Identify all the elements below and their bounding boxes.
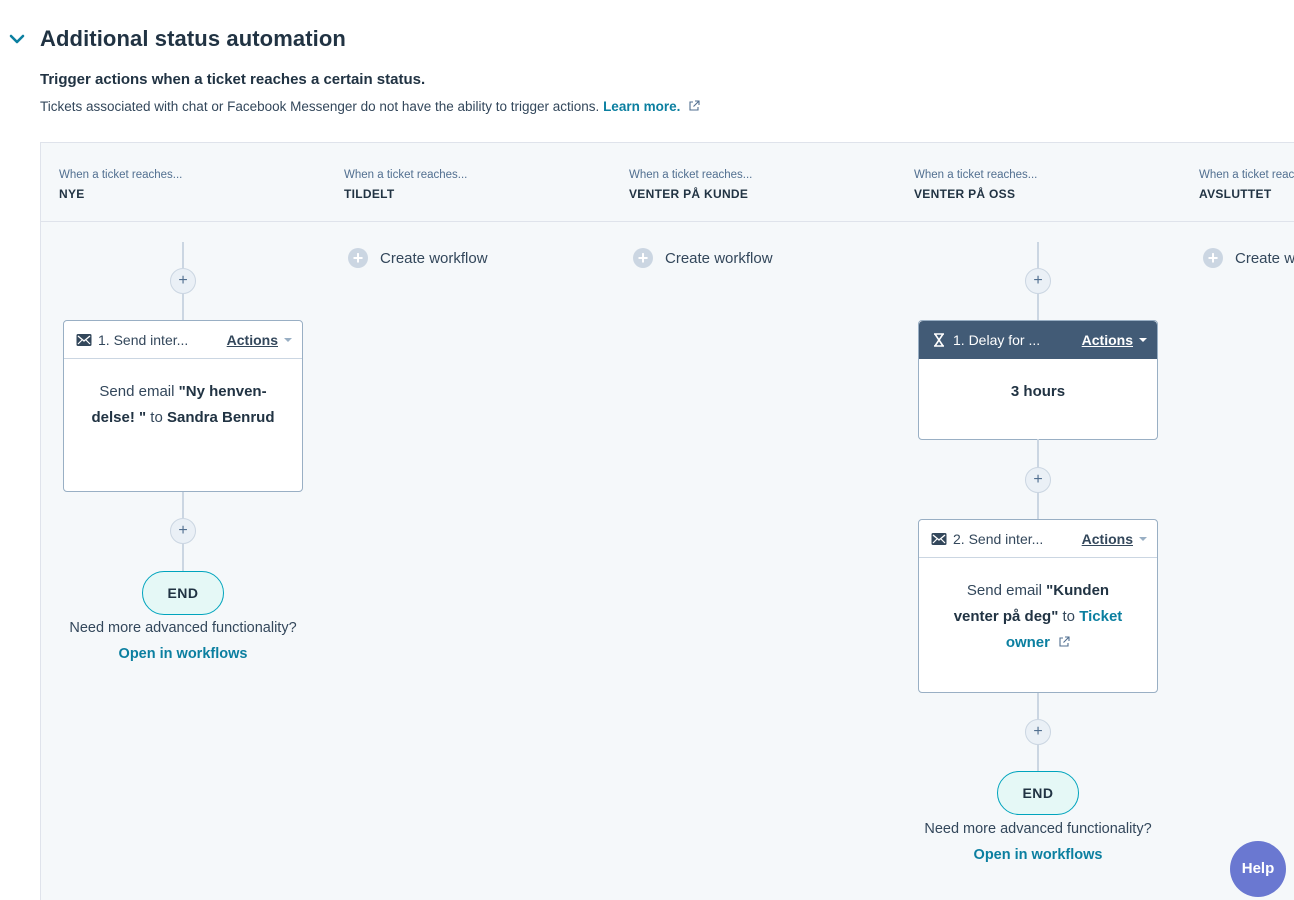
help-button[interactable]: Help bbox=[1230, 841, 1286, 897]
column-body: + Create workflow bbox=[1181, 222, 1294, 900]
column-body: + Create workflow bbox=[326, 222, 611, 900]
advanced-functionality-text: Need more advanced functionality? bbox=[69, 620, 297, 636]
add-step-button[interactable]: + bbox=[170, 268, 196, 294]
end-node: END bbox=[997, 771, 1079, 815]
status-column-venter-pa-kunde: When a ticket reaches... VENTER PÅ KUNDE… bbox=[611, 143, 897, 900]
column-prefix: When a ticket reaches... bbox=[1199, 169, 1294, 181]
add-step-button[interactable]: + bbox=[170, 518, 196, 544]
connector-line bbox=[1037, 439, 1039, 467]
step-header: 1. Delay for ... Actions bbox=[919, 321, 1157, 359]
end-node: END bbox=[142, 571, 224, 615]
step-title: 2. Send inter... bbox=[953, 530, 1044, 547]
create-workflow-label: Create workflow bbox=[1235, 249, 1294, 267]
connector-line bbox=[1037, 693, 1039, 719]
plus-circle-icon: + bbox=[633, 248, 653, 268]
create-workflow-label: Create workflow bbox=[665, 249, 773, 267]
body-mid: to bbox=[146, 409, 167, 426]
connector-line bbox=[1037, 242, 1039, 268]
section-title: Additional status automation bbox=[40, 26, 346, 51]
learn-more-link[interactable]: Learn more. bbox=[603, 99, 680, 114]
connector-line bbox=[182, 242, 184, 268]
column-prefix: When a ticket reaches... bbox=[629, 169, 753, 181]
status-board: When a ticket reaches... NYE + 1. Send i… bbox=[40, 142, 1294, 900]
body-mid: to bbox=[1058, 608, 1080, 625]
actions-dropdown[interactable]: Actions bbox=[227, 332, 278, 348]
workflow-step-card[interactable]: 1. Send inter... Actions Send email "Ny … bbox=[63, 320, 303, 492]
step-body: 3 hours bbox=[919, 359, 1157, 439]
chevron-down-icon[interactable] bbox=[8, 30, 26, 48]
email-recipient: Sandra Benrud bbox=[166, 409, 275, 426]
workflow-step-card[interactable]: 2. Send inter... Actions Send email "Kun… bbox=[918, 519, 1158, 693]
section-header[interactable]: Additional status automation bbox=[8, 26, 346, 52]
connector-line bbox=[182, 492, 184, 518]
step-body: Send email "Ny henven-delse! " to Sandra… bbox=[64, 359, 302, 491]
description-text: Tickets associated with chat or Facebook… bbox=[40, 99, 600, 114]
advanced-functionality-text: Need more advanced functionality? bbox=[924, 821, 1152, 837]
create-workflow-button[interactable]: + Create workflow bbox=[1203, 248, 1294, 268]
column-header: When a ticket reaches... TILDELT bbox=[326, 143, 611, 222]
column-header: When a ticket reaches... AVSLUTTET bbox=[1181, 143, 1294, 222]
column-body: + 1. Delay for ... Actions 3 hours + 2. … bbox=[896, 222, 1181, 900]
actions-dropdown[interactable]: Actions bbox=[1082, 332, 1133, 348]
status-column-tildelt: When a ticket reaches... TILDELT + Creat… bbox=[326, 143, 612, 900]
column-status-name: NYE bbox=[59, 187, 85, 201]
section-description: Tickets associated with chat or Facebook… bbox=[40, 99, 700, 114]
status-column-avsluttet: When a ticket reaches... AVSLUTTET + Cre… bbox=[1181, 143, 1294, 900]
step-body: Send email "Kunden venter på deg" to Tic… bbox=[919, 558, 1157, 692]
open-in-workflows-link[interactable]: Open in workflows bbox=[41, 646, 325, 662]
create-workflow-button[interactable]: + Create workflow bbox=[633, 248, 773, 268]
connector-line bbox=[182, 294, 184, 320]
step-title: 1. Send inter... bbox=[98, 331, 189, 348]
add-step-button[interactable]: + bbox=[1025, 268, 1051, 294]
connector-line bbox=[1037, 745, 1039, 771]
hourglass-icon bbox=[934, 332, 944, 347]
column-prefix: When a ticket reaches... bbox=[914, 169, 1038, 181]
add-step-button[interactable]: + bbox=[1025, 719, 1051, 745]
column-prefix: When a ticket reaches... bbox=[59, 169, 183, 181]
external-link-icon bbox=[689, 100, 700, 111]
step-header: 1. Send inter... Actions bbox=[64, 321, 302, 359]
column-header: When a ticket reaches... VENTER PÅ KUNDE bbox=[611, 143, 896, 222]
connector-line bbox=[1037, 294, 1039, 320]
column-status-name: VENTER PÅ KUNDE bbox=[629, 187, 749, 201]
plus-circle-icon: + bbox=[348, 248, 368, 268]
mail-icon bbox=[76, 333, 92, 346]
actions-dropdown[interactable]: Actions bbox=[1082, 531, 1133, 547]
step-title: 1. Delay for ... bbox=[953, 331, 1041, 348]
body-prefix: Send email bbox=[966, 582, 1047, 599]
create-workflow-label: Create workflow bbox=[380, 249, 488, 267]
external-link-icon bbox=[1059, 636, 1070, 647]
status-column-nye: When a ticket reaches... NYE + 1. Send i… bbox=[41, 143, 327, 900]
step-header: 2. Send inter... Actions bbox=[919, 520, 1157, 558]
plus-circle-icon: + bbox=[1203, 248, 1223, 268]
mail-icon bbox=[931, 532, 947, 545]
connector-line bbox=[1037, 493, 1039, 519]
caret-down-icon[interactable] bbox=[1139, 337, 1147, 342]
caret-down-icon[interactable] bbox=[1139, 536, 1147, 541]
caret-down-icon[interactable] bbox=[284, 337, 292, 342]
section-subtitle: Trigger actions when a ticket reaches a … bbox=[40, 71, 426, 88]
connector-line bbox=[182, 544, 184, 571]
column-status-name: AVSLUTTET bbox=[1199, 187, 1272, 201]
open-in-workflows-link[interactable]: Open in workflows bbox=[896, 847, 1180, 863]
column-body: + Create workflow bbox=[611, 222, 896, 900]
column-body: + 1. Send inter... Actions Send email "N… bbox=[41, 222, 326, 900]
column-status-name: VENTER PÅ OSS bbox=[914, 187, 1016, 201]
body-prefix: Send email bbox=[99, 383, 179, 400]
status-column-venter-pa-oss: When a ticket reaches... VENTER PÅ OSS +… bbox=[896, 143, 1182, 900]
column-header: When a ticket reaches... VENTER PÅ OSS bbox=[896, 143, 1181, 222]
workflow-step-card[interactable]: 1. Delay for ... Actions 3 hours bbox=[918, 320, 1158, 440]
column-status-name: TILDELT bbox=[344, 187, 395, 201]
column-prefix: When a ticket reaches... bbox=[344, 169, 468, 181]
delay-duration: 3 hours bbox=[1010, 383, 1066, 400]
add-step-button[interactable]: + bbox=[1025, 467, 1051, 493]
column-header: When a ticket reaches... NYE bbox=[41, 143, 326, 222]
create-workflow-button[interactable]: + Create workflow bbox=[348, 248, 488, 268]
